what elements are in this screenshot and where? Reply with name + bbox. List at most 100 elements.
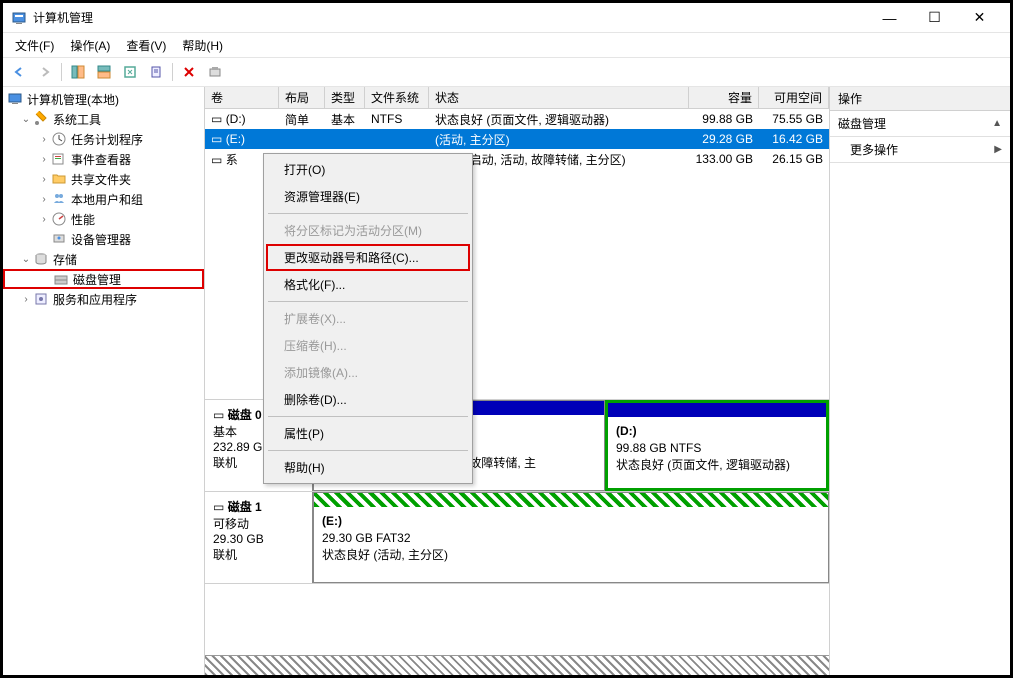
toolbar-btn-1[interactable] [66, 60, 90, 84]
collapse-icon[interactable]: ⌄ [19, 254, 33, 265]
menu-separator [268, 301, 468, 302]
drive-icon: ▭ [211, 132, 222, 146]
ctx-delete[interactable]: 删除卷(D)... [266, 386, 470, 413]
col-volume[interactable]: 卷 [205, 87, 279, 108]
ctx-explorer[interactable]: 资源管理器(E) [266, 183, 470, 210]
menubar: 文件(F) 操作(A) 查看(V) 帮助(H) [3, 33, 1010, 57]
ctx-mirror: 添加镜像(A)... [266, 359, 470, 386]
toolbar [3, 57, 1010, 87]
disk-icon: ▭ [213, 500, 224, 514]
menu-separator [268, 213, 468, 214]
col-status[interactable]: 状态 [429, 87, 689, 108]
tree-services[interactable]: › 服务和应用程序 [3, 289, 204, 309]
menu-action[interactable]: 操作(A) [62, 34, 118, 57]
tree-sharedfolders[interactable]: › 共享文件夹 [3, 169, 204, 189]
ctx-help[interactable]: 帮助(H) [266, 454, 470, 481]
tree-localusers[interactable]: › 本地用户和组 [3, 189, 204, 209]
refresh-button[interactable] [118, 60, 142, 84]
ctx-change-drive-letter[interactable]: 更改驱动器号和路径(C)... [266, 244, 470, 271]
tree-label: 存储 [53, 251, 77, 268]
back-button[interactable] [7, 60, 31, 84]
ctx-properties[interactable]: 属性(P) [266, 420, 470, 447]
properties-button[interactable] [144, 60, 168, 84]
ctx-format[interactable]: 格式化(F)... [266, 271, 470, 298]
tree-label: 共享文件夹 [71, 171, 131, 188]
actions-more[interactable]: 更多操作 ▶ [830, 137, 1010, 163]
ctx-extend: 扩展卷(X)... [266, 305, 470, 332]
window-controls: — ☐ ✕ [867, 3, 1002, 33]
ctx-mark-active: 将分区标记为活动分区(M) [266, 217, 470, 244]
maximize-button[interactable]: ☐ [912, 3, 957, 33]
window-title: 计算机管理 [33, 9, 867, 26]
expand-icon[interactable]: › [37, 154, 51, 165]
tree-eventviewer[interactable]: › 事件查看器 [3, 149, 204, 169]
toolbar-btn-5[interactable] [203, 60, 227, 84]
tree-storage[interactable]: ⌄ 存储 [3, 249, 204, 269]
tree-panel[interactable]: 计算机管理(本地) ⌄ 系统工具 › 任务计划程序 › 事件查看器 › 共享文件… [3, 87, 205, 675]
col-layout[interactable]: 布局 [279, 87, 325, 108]
disk-row: ▭ 磁盘 1 可移动 29.30 GB 联机 (E:) 29.30 GB FAT… [205, 492, 829, 584]
tree-devmgr[interactable]: 设备管理器 [3, 229, 204, 249]
legend-bar [205, 655, 829, 675]
ctx-open[interactable]: 打开(O) [266, 156, 470, 183]
chevron-right-icon: ▶ [994, 144, 1002, 155]
perf-icon [51, 211, 67, 227]
tree-diskmgmt[interactable]: 磁盘管理 [3, 269, 204, 289]
expand-icon[interactable]: › [19, 294, 33, 305]
users-icon [51, 191, 67, 207]
expand-icon[interactable]: › [37, 134, 51, 145]
disk-info[interactable]: ▭ 磁盘 1 可移动 29.30 GB 联机 [205, 492, 313, 583]
toolbar-btn-2[interactable] [92, 60, 116, 84]
forward-button[interactable] [33, 60, 57, 84]
col-type[interactable]: 类型 [325, 87, 365, 108]
actions-header: 操作 [830, 87, 1010, 111]
menu-separator [268, 450, 468, 451]
folder-icon [51, 171, 67, 187]
disk-icon [53, 271, 69, 287]
minimize-button[interactable]: — [867, 3, 912, 33]
titlebar: 计算机管理 — ☐ ✕ [3, 3, 1010, 33]
tree-label: 性能 [71, 211, 95, 228]
col-filesystem[interactable]: 文件系统 [365, 87, 429, 108]
drive-icon: ▭ [211, 153, 222, 167]
volume-row[interactable]: ▭ (D:) 简单 基本 NTFS 状态良好 (页面文件, 逻辑驱动器) 99.… [205, 109, 829, 129]
disk-icon: ▭ [213, 408, 224, 422]
expand-icon[interactable]: › [37, 194, 51, 205]
menu-file[interactable]: 文件(F) [7, 34, 62, 57]
tree-label: 事件查看器 [71, 151, 131, 168]
menu-help[interactable]: 帮助(H) [174, 34, 231, 57]
clock-icon [51, 131, 67, 147]
collapse-icon[interactable]: ⌄ [19, 114, 33, 125]
tree-label: 服务和应用程序 [53, 291, 137, 308]
tree-systools[interactable]: ⌄ 系统工具 [3, 109, 204, 129]
tree-label: 设备管理器 [71, 231, 131, 248]
col-capacity[interactable]: 容量 [689, 87, 759, 108]
chevron-up-icon: ▲ [992, 118, 1002, 129]
tree-root[interactable]: 计算机管理(本地) [3, 89, 204, 109]
tree-label: 系统工具 [53, 111, 101, 128]
storage-icon [33, 251, 49, 267]
partition[interactable]: (D:) 99.88 GB NTFS 状态良好 (页面文件, 逻辑驱动器) [605, 400, 829, 491]
partition-header [608, 403, 826, 417]
delete-button[interactable] [177, 60, 201, 84]
volume-row[interactable]: ▭ (E:) (活动, 主分区) 29.28 GB 16.42 GB [205, 129, 829, 149]
expand-icon[interactable]: › [37, 214, 51, 225]
device-icon [51, 231, 67, 247]
menu-view[interactable]: 查看(V) [118, 34, 174, 57]
tree-root-label: 计算机管理(本地) [27, 91, 119, 108]
events-icon [51, 151, 67, 167]
col-free[interactable]: 可用空间 [759, 87, 829, 108]
expand-icon[interactable]: › [37, 174, 51, 185]
context-menu[interactable]: 打开(O) 资源管理器(E) 将分区标记为活动分区(M) 更改驱动器号和路径(C… [263, 153, 473, 484]
tree-label: 任务计划程序 [71, 131, 143, 148]
partition[interactable]: (E:) 29.30 GB FAT32 状态良好 (活动, 主分区) [313, 492, 829, 583]
toolbar-separator [172, 63, 173, 81]
partition-header [314, 493, 828, 507]
tree-perf[interactable]: › 性能 [3, 209, 204, 229]
tree-tasksched[interactable]: › 任务计划程序 [3, 129, 204, 149]
volume-list-header: 卷 布局 类型 文件系统 状态 容量 可用空间 [205, 87, 829, 109]
ctx-shrink: 压缩卷(H)... [266, 332, 470, 359]
close-button[interactable]: ✕ [957, 3, 1002, 33]
actions-panel: 操作 磁盘管理 ▲ 更多操作 ▶ [830, 87, 1010, 675]
actions-section-diskmgmt[interactable]: 磁盘管理 ▲ [830, 111, 1010, 137]
